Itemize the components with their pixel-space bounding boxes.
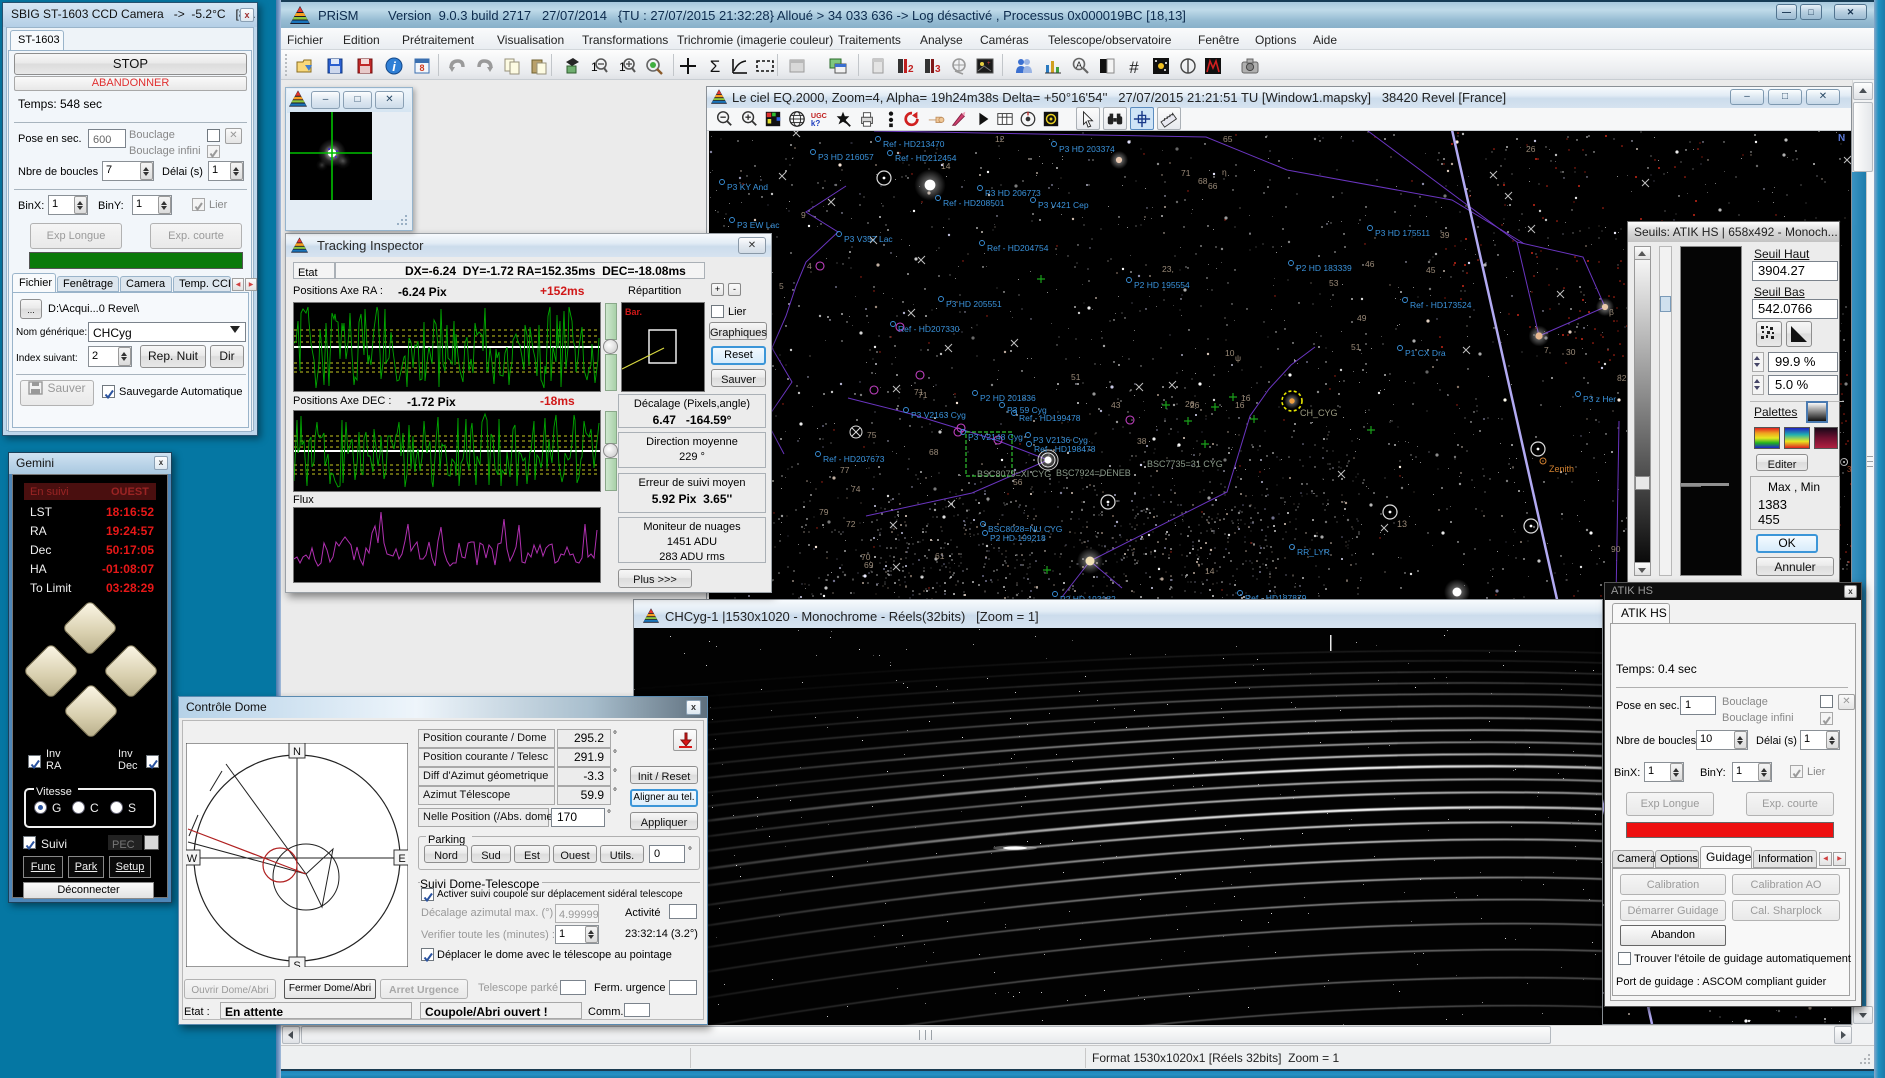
svg-text:+: + [987,61,991,67]
svg-text:2: 2 [908,64,914,75]
svg-text:#: # [1129,58,1139,76]
svg-text:Σ: Σ [710,57,721,76]
svg-text:3: 3 [935,64,941,75]
svg-text:A: A [1076,60,1082,70]
svg-text:k?: k? [811,119,820,128]
svg-text:i: i [392,59,396,74]
svg-text:8: 8 [419,63,424,73]
